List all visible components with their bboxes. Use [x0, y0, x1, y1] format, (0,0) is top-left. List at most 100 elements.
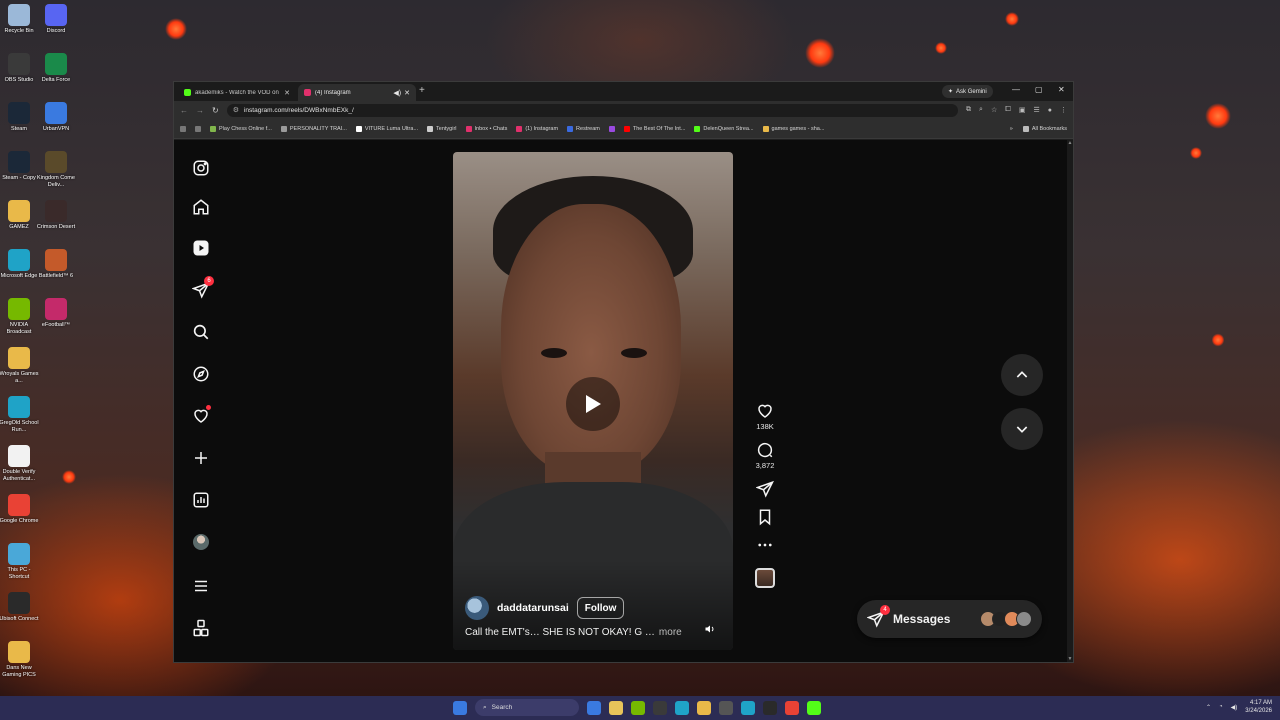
taskbar-app-icon[interactable]: [807, 700, 821, 715]
cast-icon[interactable]: ☰: [1033, 106, 1039, 114]
bookmark-item[interactable]: VITURE Luma Ultra...: [355, 125, 418, 132]
messages-icon[interactable]: 6: [190, 276, 214, 301]
bookmark-item[interactable]: (1) Instagram: [516, 125, 558, 132]
author-username[interactable]: daddatarunsai: [497, 602, 569, 614]
comment-action[interactable]: 3,872: [756, 441, 774, 470]
bookmark-item[interactable]: DelenQueen Strea...: [694, 125, 754, 132]
bookmarks-overflow-icon[interactable]: »: [1010, 126, 1013, 132]
address-bar[interactable]: ⚙ instagram.com/reels/DWBxNmbEXk_/: [226, 103, 959, 117]
desktop-icon[interactable]: Ubisoft Connect: [0, 592, 39, 623]
tray-overflow-icon[interactable]: ⌃: [1206, 704, 1211, 711]
taskbar-app-icon[interactable]: [763, 700, 777, 715]
zoom-icon[interactable]: ⌕: [979, 106, 983, 114]
bookmark-item[interactable]: games games - sha...: [762, 125, 824, 132]
home-icon[interactable]: [190, 196, 212, 218]
desktop-icon[interactable]: Double Verify Authenticat...: [0, 445, 38, 483]
taskbar-app-icon[interactable]: [719, 700, 733, 715]
author-avatar[interactable]: [465, 596, 489, 620]
start-button[interactable]: [453, 700, 467, 715]
desktop-icon[interactable]: eFootball™: [37, 298, 75, 329]
speaker-icon[interactable]: ◀): [393, 89, 401, 97]
taskbar-app-icon[interactable]: [697, 700, 711, 715]
scroll-down-icon[interactable]: ▼: [1067, 656, 1073, 662]
desktop-icon[interactable]: Steam - Copy: [0, 151, 38, 182]
share-action[interactable]: [756, 480, 774, 498]
dashboard-icon[interactable]: [190, 489, 212, 511]
bookmark-item[interactable]: Restream: [567, 125, 600, 132]
desktop-icon[interactable]: GAMEZ: [0, 200, 38, 231]
explore-icon[interactable]: [190, 363, 212, 385]
audio-thumbnail[interactable]: [755, 568, 775, 588]
desktop-icon[interactable]: Microsoft Edge: [0, 249, 38, 280]
desktop-icon[interactable]: This PC - Shortcut: [0, 543, 38, 581]
back-icon[interactable]: ←: [180, 106, 188, 115]
bookmark-item[interactable]: [180, 125, 186, 132]
desktop-icon[interactable]: UrbanVPN: [37, 102, 75, 133]
taskbar-app-icon[interactable]: [675, 700, 689, 715]
close-tab-icon[interactable]: ✕: [284, 89, 290, 97]
minimize-button[interactable]: —: [1012, 85, 1020, 94]
bookmark-item[interactable]: The Best Of The Int...: [623, 125, 685, 132]
scroll-up-icon[interactable]: ▲: [1067, 140, 1073, 146]
desktop-icon[interactable]: Battlefield™ 6: [37, 249, 75, 280]
tab-akademiks[interactable]: akademiks - Watch the VOD on ✕: [178, 84, 296, 101]
desktop-icon[interactable]: Steam: [0, 102, 38, 133]
desktop-icon[interactable]: Crimson Desert: [37, 200, 75, 231]
desktop-icon[interactable]: Kingdom Come Deliv...: [37, 151, 75, 189]
play-button[interactable]: [566, 377, 620, 431]
maximize-button[interactable]: ▢: [1035, 85, 1043, 94]
forward-icon[interactable]: →: [196, 106, 204, 115]
save-action[interactable]: [756, 508, 774, 526]
desktop-icon[interactable]: Google Chrome: [0, 494, 38, 525]
reload-icon[interactable]: ↻: [212, 106, 219, 115]
reel-video[interactable]: daddatarunsai Follow Call the EMT's… SHE…: [453, 152, 733, 650]
desktop-icon[interactable]: Dans New Gaming PICS: [0, 641, 38, 679]
bookmark-item[interactable]: Tentygirl: [427, 125, 457, 132]
like-action[interactable]: 138K: [756, 402, 774, 431]
all-bookmarks-button[interactable]: All Bookmarks: [1022, 125, 1067, 132]
bookmark-item[interactable]: [608, 125, 615, 132]
taskbar-search[interactable]: ⌕ Search: [475, 699, 579, 716]
more-options-action[interactable]: [756, 536, 774, 554]
more-menu-icon[interactable]: ⋮: [1060, 106, 1067, 114]
scrollbar[interactable]: ▲ ▼: [1067, 140, 1073, 662]
search-icon[interactable]: [190, 321, 212, 343]
bookmark-star-icon[interactable]: ☆: [991, 106, 997, 114]
more-link[interactable]: more: [659, 627, 682, 638]
site-info-icon[interactable]: ⚙: [233, 106, 239, 114]
taskbar-app-icon[interactable]: [653, 700, 667, 715]
bookmark-item[interactable]: Inbox • Chats: [465, 125, 507, 132]
volume-icon[interactable]: ◀): [1231, 704, 1238, 711]
taskbar-app-icon[interactable]: [741, 700, 755, 715]
extensions-icon[interactable]: ⧠: [1005, 106, 1011, 114]
create-icon[interactable]: [190, 447, 212, 469]
profile-icon[interactable]: ●: [1048, 107, 1052, 114]
instagram-logo-icon[interactable]: [190, 157, 212, 179]
close-tab-icon[interactable]: ✕: [404, 89, 410, 97]
mute-button[interactable]: [703, 622, 717, 636]
notifications-icon[interactable]: [190, 405, 212, 427]
new-tab-button[interactable]: +: [419, 85, 425, 96]
desktop-icon[interactable]: Delta Force: [37, 53, 75, 84]
messages-panel-button[interactable]: 4 Messages: [857, 600, 1042, 638]
network-icon[interactable]: ◔: [1219, 704, 1223, 710]
bookmark-item[interactable]: PERSONALITY TRAI...: [280, 125, 347, 132]
bookmark-item[interactable]: [195, 125, 201, 132]
profile-avatar[interactable]: [190, 531, 212, 553]
reels-icon[interactable]: [190, 237, 212, 259]
taskbar-app-icon[interactable]: [609, 700, 623, 715]
install-app-icon[interactable]: ⧉: [966, 106, 971, 114]
taskbar-app-icon[interactable]: [631, 700, 645, 715]
tab-instagram[interactable]: (4) Instagram ◀) ✕: [298, 84, 416, 101]
taskbar-app-icon[interactable]: [785, 700, 799, 715]
desktop-icon[interactable]: GregOld School Run...: [0, 396, 39, 434]
previous-reel-button[interactable]: [1001, 354, 1043, 396]
taskbar-app-icon[interactable]: [587, 700, 601, 715]
also-from-meta-icon[interactable]: [190, 617, 212, 639]
desktop-icon[interactable]: Wroyals Games a...: [0, 347, 39, 385]
clock[interactable]: 4:17 AM 3/24/2026: [1245, 699, 1272, 715]
desktop-icon[interactable]: NVIDIA Broadcast: [0, 298, 38, 336]
menu-icon[interactable]: [190, 575, 212, 597]
desktop-icon[interactable]: OBS Studio: [0, 53, 38, 84]
bookmark-item[interactable]: Play Chess Online f...: [210, 125, 272, 132]
